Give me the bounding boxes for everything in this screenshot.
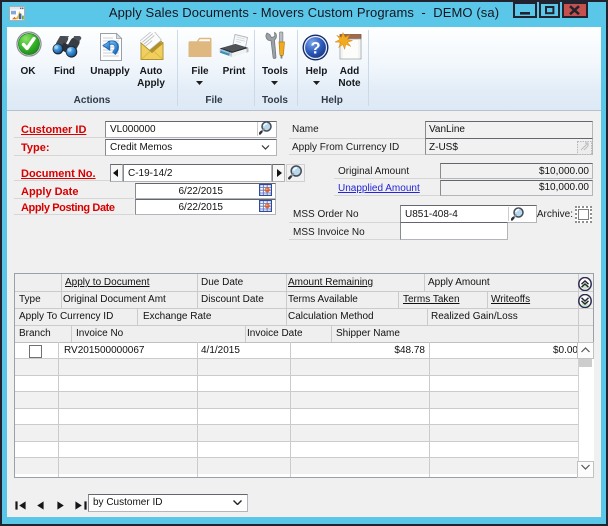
svg-text:?: ?	[310, 40, 320, 58]
